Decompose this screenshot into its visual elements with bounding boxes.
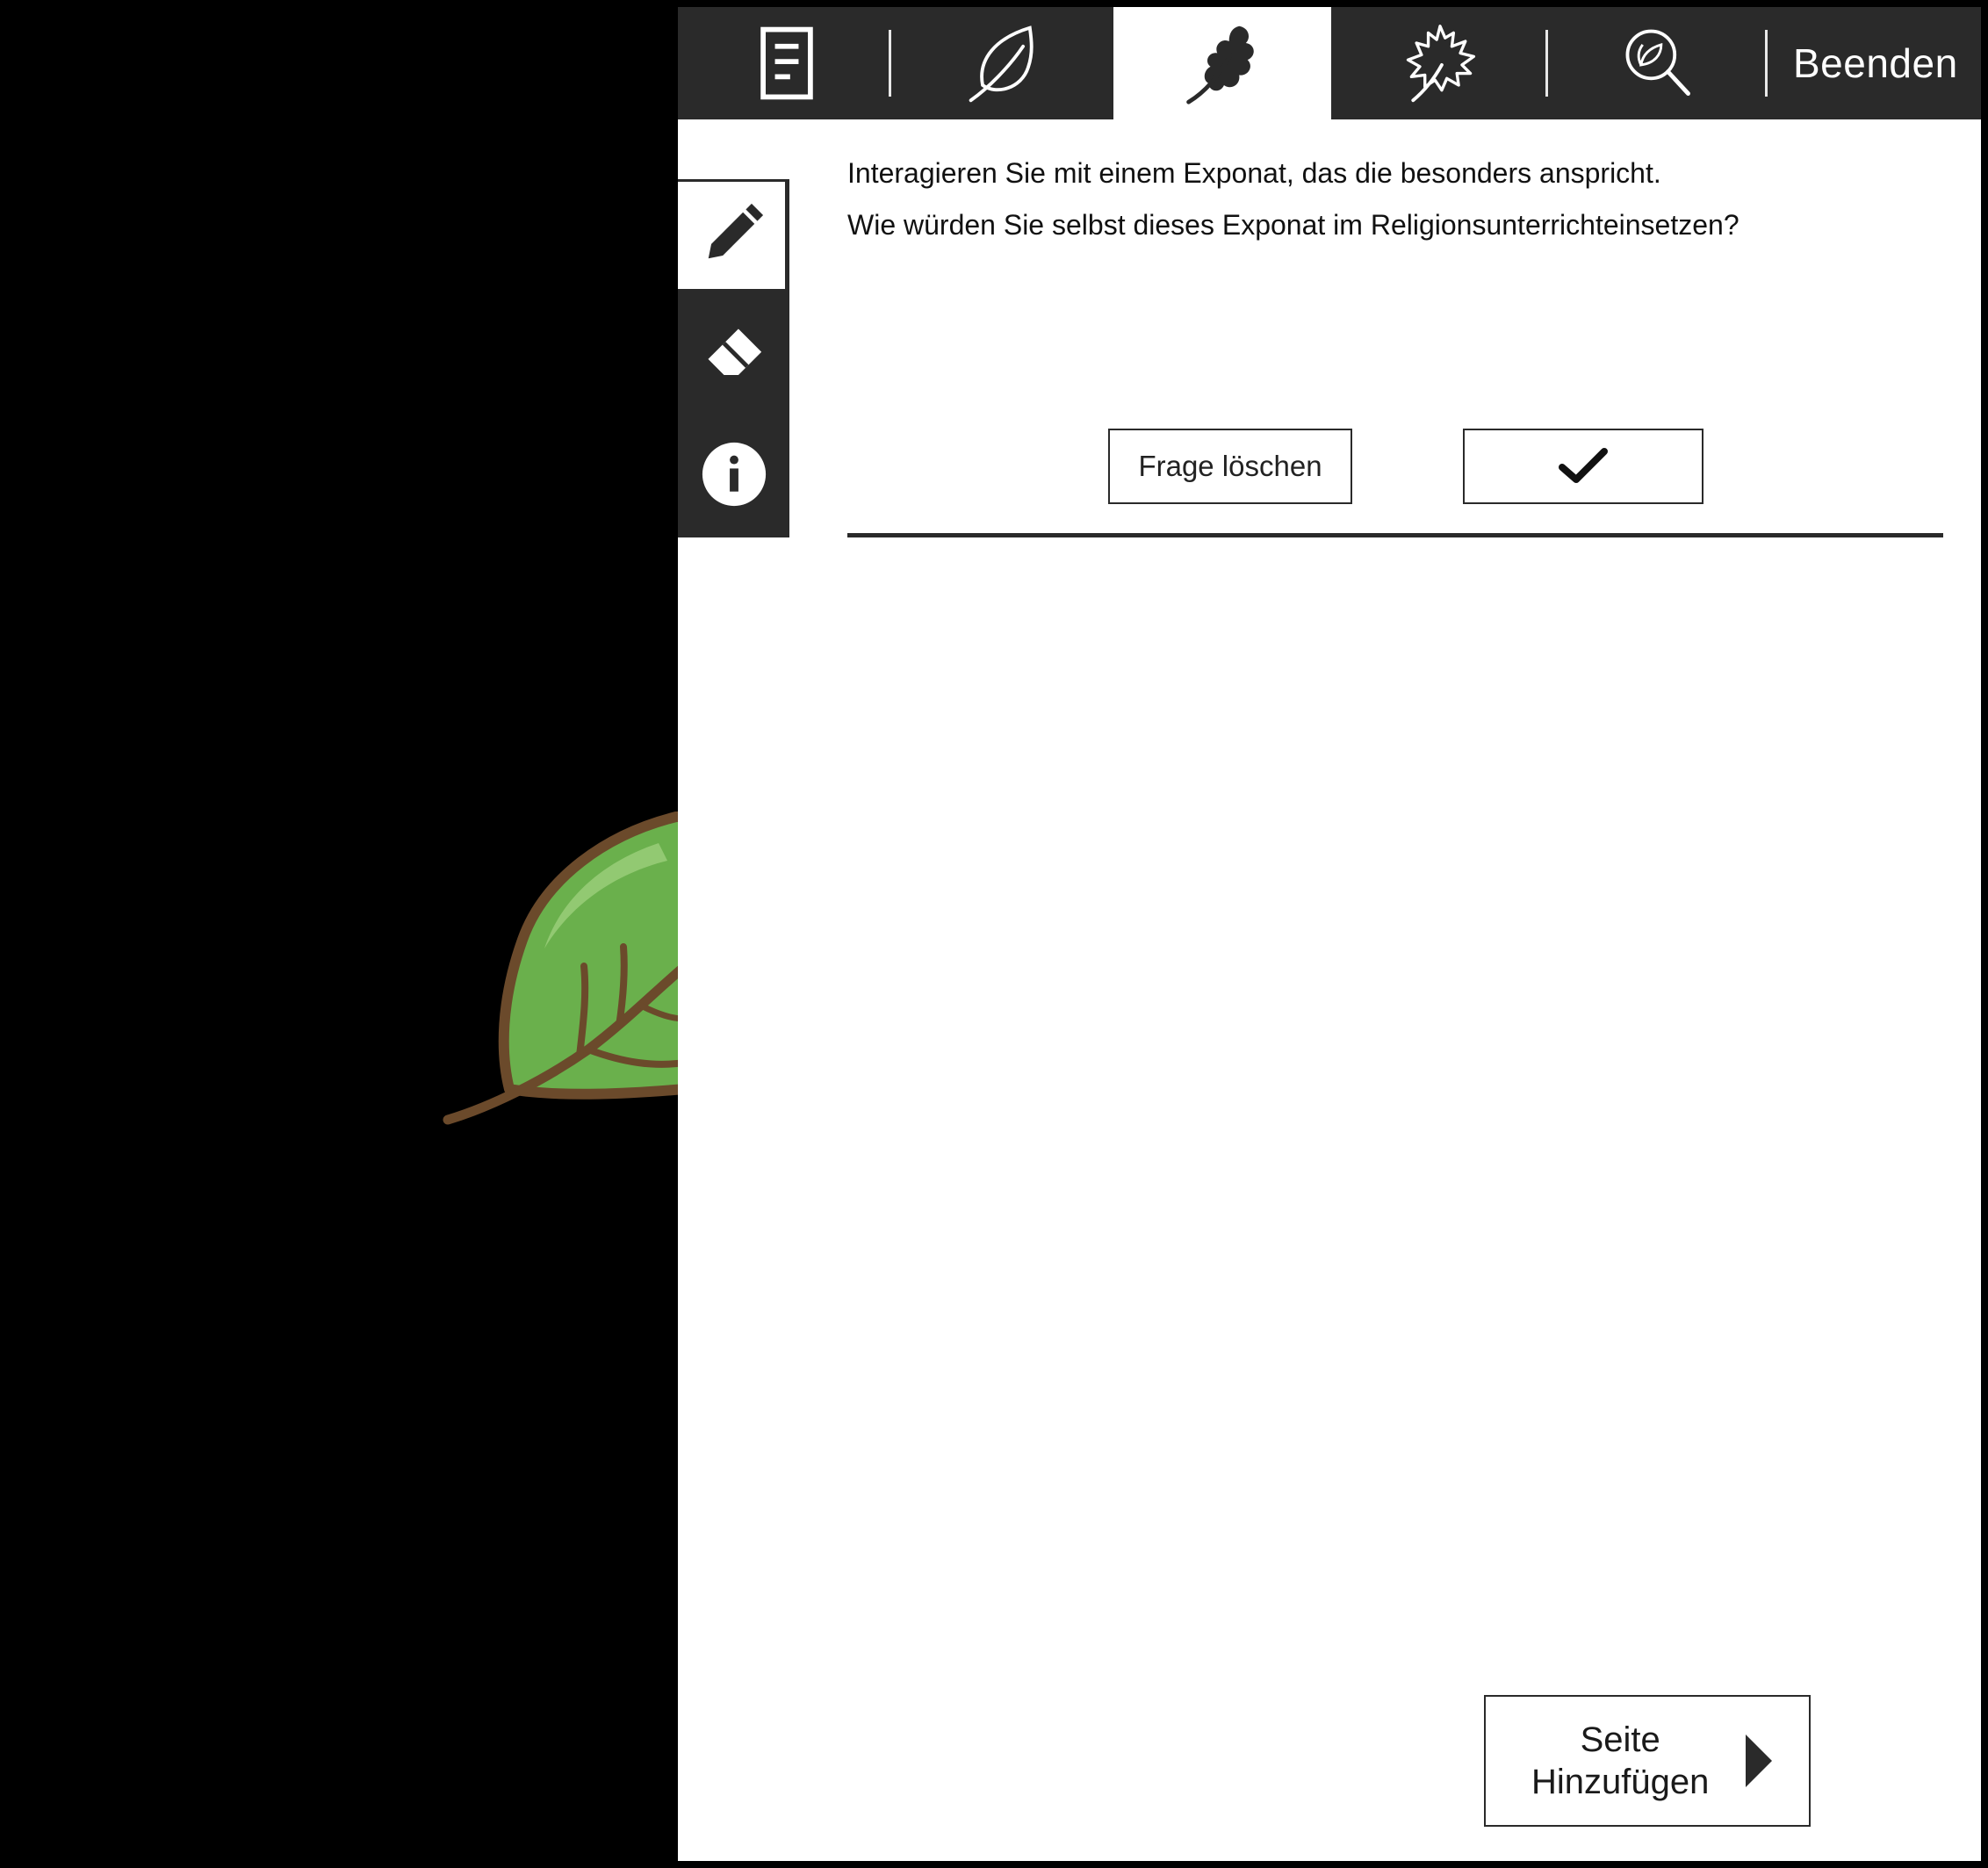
maple-leaf-icon <box>1406 25 1476 103</box>
tab-separator <box>1545 30 1548 97</box>
delete-question-button[interactable]: Frage löschen <box>1108 429 1352 504</box>
eraser-tool[interactable] <box>678 299 789 411</box>
add-page-label: Seite Hinzufügen <box>1531 1720 1710 1801</box>
triangle-right-icon <box>1746 1735 1773 1787</box>
tab-maple-leaf[interactable] <box>1331 7 1549 119</box>
confirm-button[interactable] <box>1463 429 1703 504</box>
tab-smooth-leaf[interactable] <box>896 7 1113 119</box>
question-text: Interagieren Sie mit einem Exponat, das … <box>847 148 1927 251</box>
divider <box>847 533 1943 537</box>
info-icon <box>702 442 766 507</box>
info-tool[interactable] <box>678 418 789 530</box>
tab-document[interactable] <box>678 7 896 119</box>
pencil-icon <box>708 203 764 259</box>
oak-leaf-icon <box>1186 25 1254 105</box>
checkmark-icon <box>1559 448 1608 483</box>
tab-separator <box>1765 30 1768 97</box>
leaf-illustration <box>443 811 685 1125</box>
question-line: Interagieren Sie mit einem Exponat, das … <box>847 157 1661 189</box>
end-button[interactable]: Beenden <box>1793 7 1958 119</box>
tab-search[interactable] <box>1549 7 1767 119</box>
pencil-tool[interactable] <box>678 179 788 292</box>
magnifier-leaf-icon <box>1625 29 1690 96</box>
eraser-icon <box>707 328 761 375</box>
top-navigation-bar: Beenden <box>678 7 1981 119</box>
smooth-leaf-icon <box>969 25 1034 103</box>
worksheet-panel: Beenden Interagieren Sie mit einem Expon… <box>678 7 1981 1861</box>
tab-separator <box>889 30 891 97</box>
tool-strip <box>678 179 789 537</box>
document-icon <box>760 26 813 100</box>
tab-oak-leaf[interactable] <box>1113 7 1331 119</box>
add-page-button[interactable]: Seite Hinzufügen <box>1484 1695 1811 1827</box>
question-line: Wie würden Sie selbst dieses Exponat im … <box>847 209 1740 241</box>
